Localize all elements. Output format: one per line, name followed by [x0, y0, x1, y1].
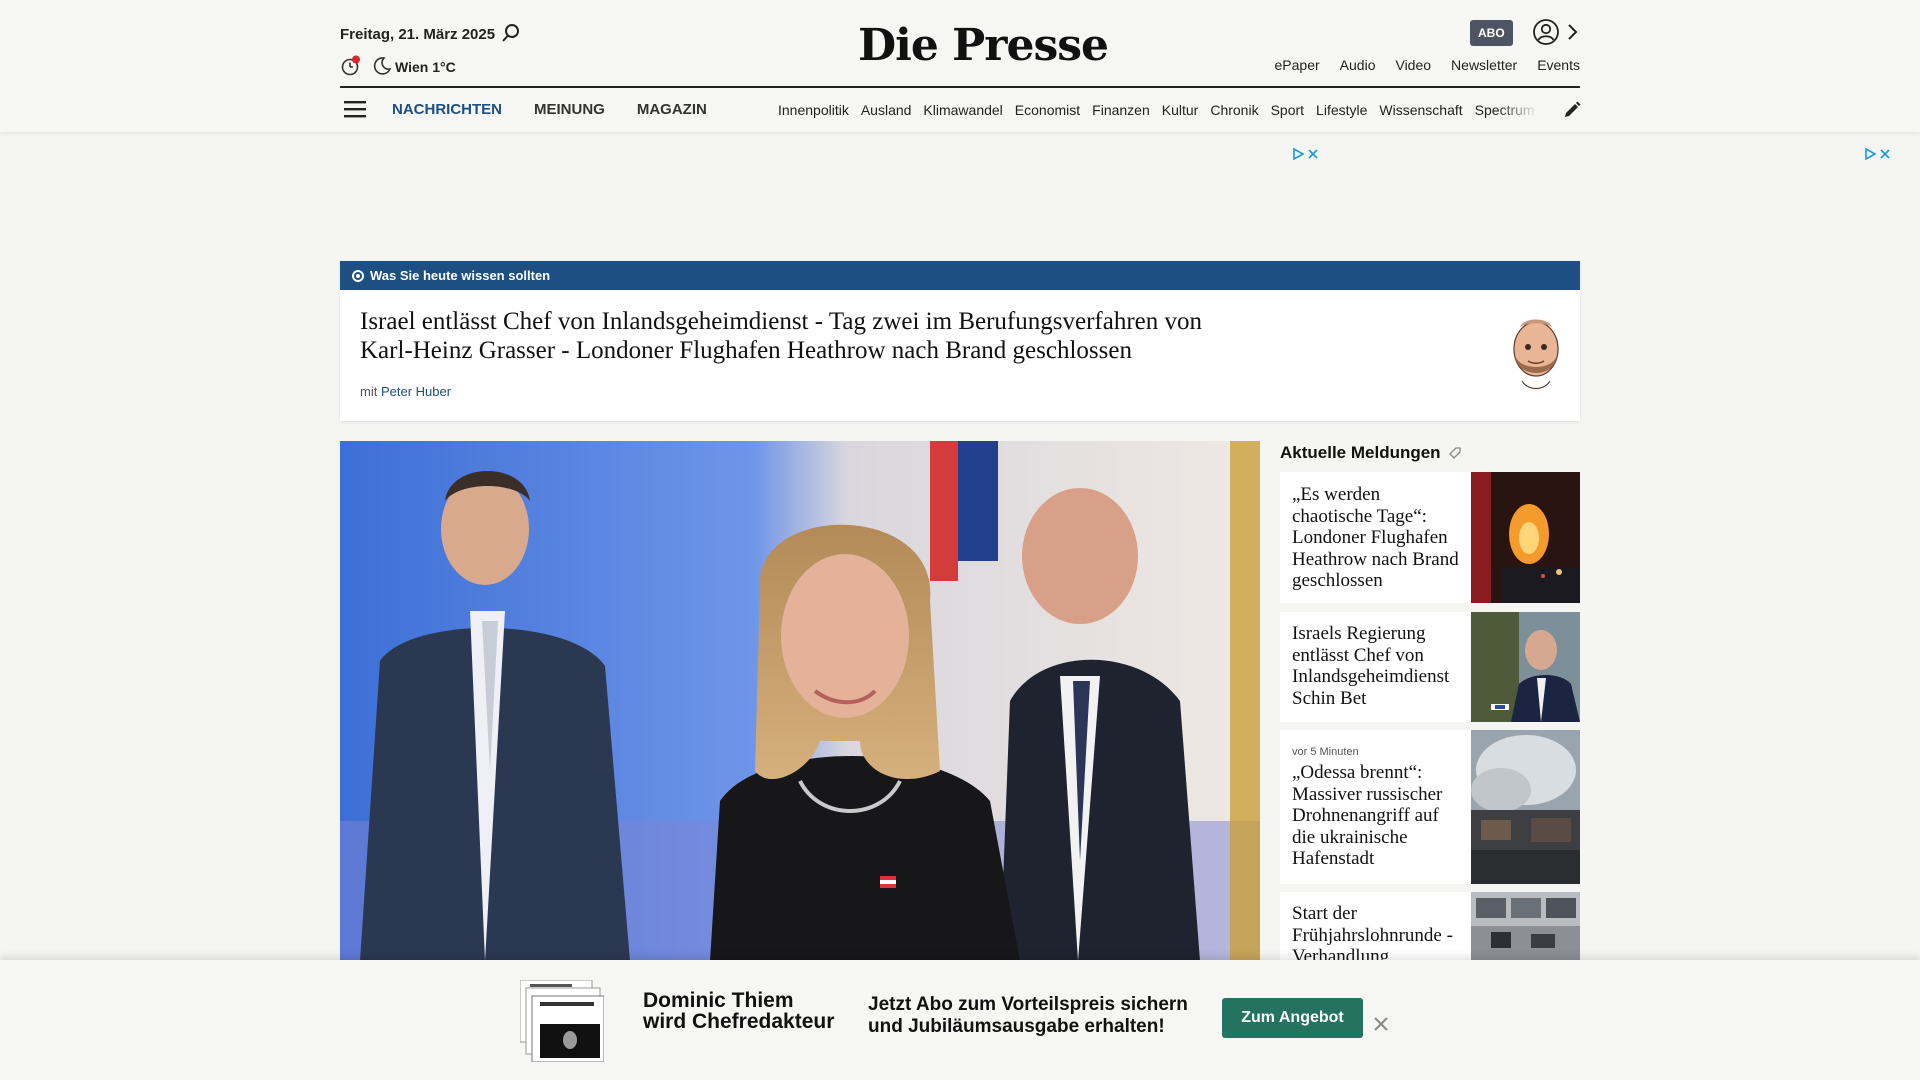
section-lifestyle[interactable]: Lifestyle	[1316, 102, 1367, 118]
link-video[interactable]: Video	[1395, 57, 1431, 73]
subscription-banner: Dominic Thiem wird Chefredakteur Jetzt A…	[0, 960, 1920, 1080]
link-audio[interactable]: Audio	[1340, 57, 1376, 73]
author-avatar	[1513, 319, 1559, 390]
moon-icon	[373, 57, 392, 75]
promo-title-line1: Dominic Thiem	[643, 989, 794, 1012]
zum-angebot-button[interactable]: Zum Angebot	[1222, 998, 1363, 1038]
section-kultur[interactable]: Kultur	[1162, 102, 1199, 118]
ad-close-icon[interactable]	[1879, 148, 1891, 160]
news-item[interactable]: Start der Frühjahrslohnrunde - Verhandlu…	[1280, 892, 1580, 960]
current-date: Freitag, 21. März 2025	[340, 26, 496, 43]
briefing-label: Was Sie heute wissen sollten	[370, 268, 551, 283]
promo-text-line1: Jetzt Abo zum Vorteilspreis sichern	[868, 994, 1188, 1015]
ad-choices-right[interactable]	[1864, 148, 1891, 160]
news-item[interactable]: Israels Regierung entlässt Chef von Inla…	[1280, 612, 1580, 722]
news-thumbnail	[1471, 892, 1580, 960]
news-item[interactable]: „Es werden chaotische Tage“: Londoner Fl…	[1280, 472, 1580, 603]
ad-play-icon	[1865, 148, 1876, 160]
site-logo[interactable]: Die Presse	[858, 20, 1109, 71]
section-nav: Innenpolitik Ausland Klimawandel Economist F…	[778, 102, 1538, 118]
news-thumbnail	[1471, 472, 1580, 603]
ad-play-icon	[1293, 148, 1304, 160]
daily-briefing-box[interactable]: Was Sie heute wissen sollten Israel entl…	[340, 261, 1580, 421]
tag-icon	[1449, 447, 1461, 459]
news-thumbnail	[1471, 612, 1580, 722]
briefing-author: mit Peter Huber	[360, 384, 451, 399]
nav-nachrichten[interactable]: NACHRICHTEN	[392, 101, 502, 118]
hero-image[interactable]	[340, 441, 1260, 961]
section-chronik[interactable]: Chronik	[1210, 102, 1258, 118]
section-ausland[interactable]: Ausland	[861, 102, 912, 118]
header-divider	[340, 86, 1580, 88]
news-headline[interactable]: „Odessa brennt“: Massiver russischer Dro…	[1292, 762, 1460, 870]
news-headline[interactable]: Start der Frühjahrslohnrunde - Verhandlu…	[1292, 903, 1460, 960]
ad-choices-center[interactable]	[1292, 148, 1319, 160]
section-finanzen[interactable]: Finanzen	[1092, 102, 1150, 118]
sidebar-title[interactable]: Aktuelle Meldungen	[1280, 443, 1441, 463]
news-headline[interactable]: Israels Regierung entlässt Chef von Inla…	[1292, 623, 1460, 709]
briefing-label-bar: Was Sie heute wissen sollten	[340, 261, 1580, 290]
promo-text-line2: und Jubiläumsausgabe erhalten!	[868, 1016, 1165, 1037]
nav-meinung[interactable]: MEINUNG	[534, 101, 605, 118]
section-sport[interactable]: Sport	[1271, 102, 1304, 118]
newspaper-stack-image	[520, 980, 604, 1062]
author-prefix: mit	[360, 384, 378, 399]
site-header: Freitag, 21. März 2025 Wien 1°C Die Pres…	[0, 0, 1920, 132]
link-events[interactable]: Events	[1537, 57, 1580, 73]
chevron-right-icon[interactable]	[1565, 22, 1579, 42]
hamburger-menu-icon[interactable]	[344, 99, 368, 119]
section-nav-fade	[1498, 96, 1538, 122]
briefing-headline[interactable]: Israel entlässt Chef von Inlandsgeheimdi…	[360, 307, 1220, 365]
notification-icon[interactable]	[340, 55, 362, 77]
promo-title: Dominic Thiem wird Chefredakteur	[643, 990, 834, 1032]
main-nav: NACHRICHTEN MEINUNG MAGAZIN	[392, 101, 707, 118]
pencil-icon[interactable]	[1562, 100, 1582, 120]
news-timestamp: vor 5 Minuten	[1292, 746, 1359, 758]
search-icon[interactable]	[500, 22, 522, 44]
nav-magazin[interactable]: MAGAZIN	[637, 101, 707, 118]
top-links: ePaper Audio Video Newsletter Events	[1275, 57, 1580, 73]
section-klimawandel[interactable]: Klimawandel	[923, 102, 1002, 118]
promo-title-line2: wird Chefredakteur	[643, 1010, 835, 1033]
live-dot-icon	[352, 269, 364, 282]
section-innenpolitik[interactable]: Innenpolitik	[778, 102, 849, 118]
close-icon[interactable]	[1372, 1015, 1390, 1033]
weather-info[interactable]: Wien 1°C	[395, 59, 456, 75]
link-newsletter[interactable]: Newsletter	[1451, 57, 1517, 73]
news-headline[interactable]: „Es werden chaotische Tage“: Londoner Fl…	[1292, 484, 1460, 592]
ad-close-icon[interactable]	[1307, 148, 1319, 160]
hero-photo	[340, 441, 1260, 961]
header-inner: Freitag, 21. März 2025 Wien 1°C Die Pres…	[340, 0, 1582, 132]
user-icon[interactable]	[1532, 18, 1560, 46]
news-item[interactable]: vor 5 Minuten „Odessa brennt“: Massiver …	[1280, 730, 1580, 884]
abo-button[interactable]: ABO	[1470, 20, 1513, 46]
link-epaper[interactable]: ePaper	[1275, 57, 1320, 73]
section-wissenschaft[interactable]: Wissenschaft	[1379, 102, 1462, 118]
promo-text: Jetzt Abo zum Vorteilspreis sichern und …	[868, 994, 1188, 1038]
section-economist[interactable]: Economist	[1015, 102, 1080, 118]
news-thumbnail	[1471, 730, 1580, 884]
author-name[interactable]: Peter Huber	[381, 384, 451, 399]
